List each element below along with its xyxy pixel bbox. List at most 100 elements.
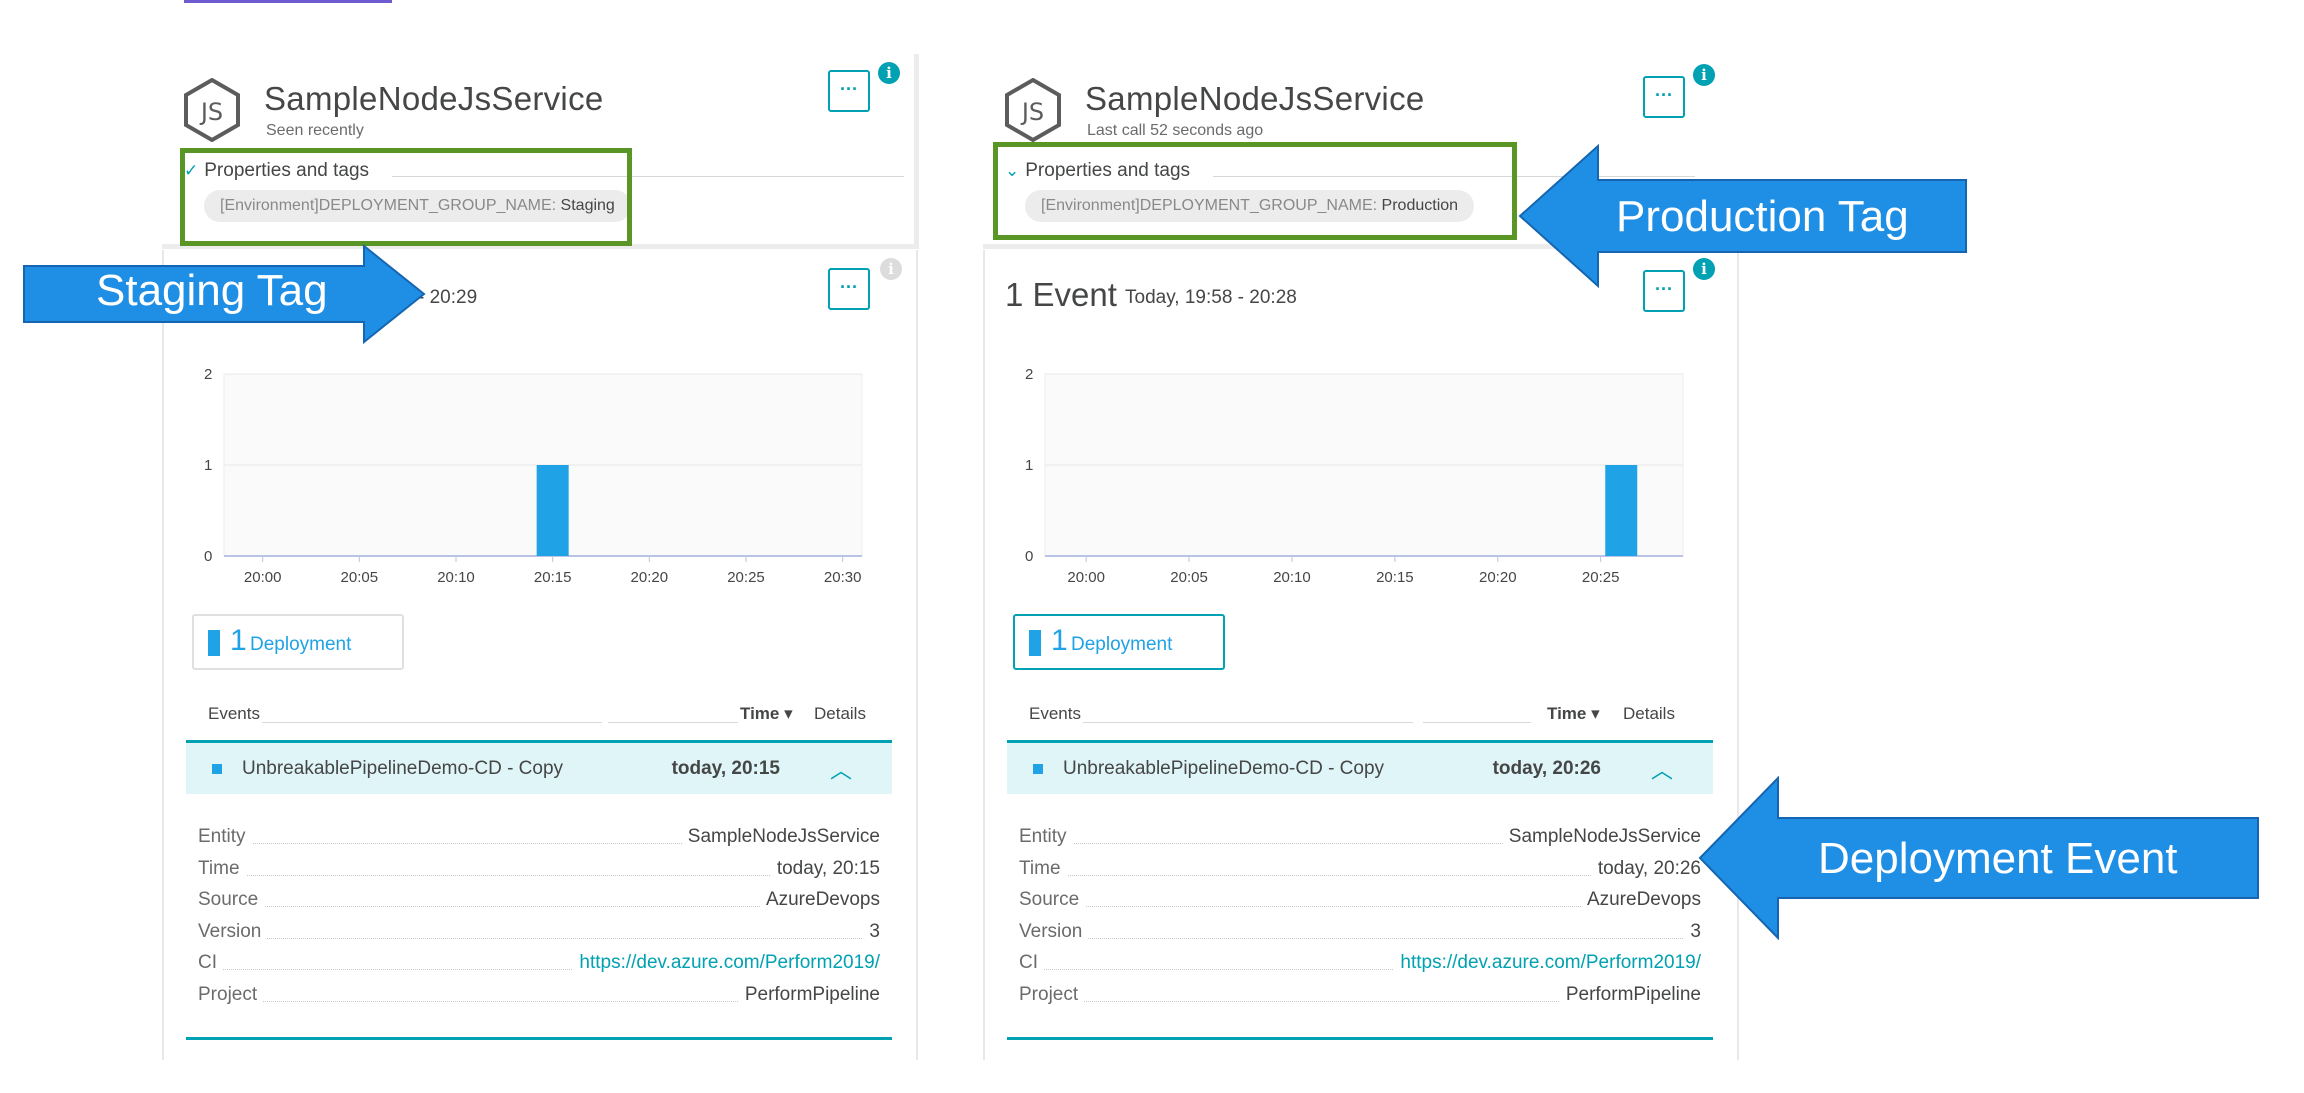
service-name[interactable]: SampleNodeJsService xyxy=(264,80,604,118)
x-tick-label: 20:10 xyxy=(1273,569,1311,586)
event-count-title: 1 Event xyxy=(1005,276,1117,313)
x-tick-label: 20:25 xyxy=(1582,569,1620,586)
more-options-button[interactable]: ··· xyxy=(828,268,870,310)
info-icon[interactable]: i xyxy=(880,258,902,280)
event-type-swatch xyxy=(1033,764,1043,774)
service-panel-staging: JS SampleNodeJsService Seen recently ···… xyxy=(162,0,962,1060)
dotted-leader xyxy=(198,937,880,939)
column-header-time-sort[interactable]: Time ▾ xyxy=(1547,704,1600,724)
y-tick-label: 1 xyxy=(1025,457,1033,474)
chevron-up-icon[interactable]: ︿ xyxy=(830,753,852,785)
legend-swatch xyxy=(1029,630,1041,656)
event-time-range: Today, 19:58 - 20:28 xyxy=(1125,287,1297,308)
detail-row-version: Version 3 xyxy=(198,920,880,945)
service-name[interactable]: SampleNodeJsService xyxy=(1085,80,1425,118)
divider xyxy=(186,1037,892,1040)
legend-deployment-toggle[interactable]: 1 Deployment xyxy=(192,614,404,670)
column-header-details: Details xyxy=(1623,704,1675,723)
column-header-events: Events xyxy=(1029,704,1081,723)
detail-value: PerformPipeline xyxy=(738,983,880,1006)
x-tick-label: 20:25 xyxy=(727,569,765,586)
event-time: today, 20:15 xyxy=(671,758,780,779)
legend-count: 1 xyxy=(1051,624,1068,657)
x-tick-label: 20:15 xyxy=(534,569,572,586)
info-icon[interactable]: i xyxy=(1693,64,1715,86)
detail-value: today, 20:15 xyxy=(770,857,880,880)
detail-key: Project xyxy=(1019,983,1085,1006)
detail-key: Version xyxy=(198,920,268,943)
staging-tag-callout: Staging Tag xyxy=(96,266,328,315)
event-time-range: - 20:29 xyxy=(418,287,478,308)
x-tick-label: 20:05 xyxy=(1170,569,1208,586)
detail-key: Entity xyxy=(1019,826,1073,848)
detail-row-project: Project PerformPipeline xyxy=(1019,983,1701,1008)
production-tag-callout: Production Tag xyxy=(1616,192,1909,241)
column-header-events: Events xyxy=(208,704,260,723)
info-icon[interactable]: i xyxy=(878,62,900,84)
detail-value: AzureDevops xyxy=(1580,889,1701,911)
chevron-up-icon[interactable]: ︿ xyxy=(1651,753,1673,785)
column-header-time-sort[interactable]: Time ▾ xyxy=(740,704,793,724)
y-tick-label: 2 xyxy=(1025,366,1033,383)
nodejs-icon: JS xyxy=(184,78,240,142)
highlight-box-tag xyxy=(993,142,1517,240)
detail-row-entity: Entity SampleNodeJsService xyxy=(198,826,880,850)
detail-row-time: Time today, 20:26 xyxy=(1019,857,1701,882)
event-row[interactable]: UnbreakablePipelineDemo-CD - Copy today,… xyxy=(1007,740,1713,794)
x-tick-label: 20:20 xyxy=(1479,569,1517,586)
x-tick-label: 20:00 xyxy=(244,569,282,586)
detail-row-source: Source AzureDevops xyxy=(1019,889,1701,913)
deployment-chart: 0 1 2 20:00 20:05 20:10 20:15 20:20 20:25 xyxy=(1025,366,1684,586)
event-time: today, 20:26 xyxy=(1492,758,1601,779)
x-tick-label: 20:00 xyxy=(1067,569,1105,586)
divider xyxy=(608,722,738,723)
x-tick-label: 20:10 xyxy=(437,569,475,586)
highlight-box-tag xyxy=(180,148,632,246)
detail-value: SampleNodeJsService xyxy=(1502,826,1701,848)
y-tick-label: 1 xyxy=(204,457,212,474)
event-name: UnbreakablePipelineDemo-CD - Copy xyxy=(1063,758,1385,779)
event-row[interactable]: UnbreakablePipelineDemo-CD - Copy today,… xyxy=(186,740,892,794)
detail-row-time: Time today, 20:15 xyxy=(198,857,880,882)
y-tick-label: 0 xyxy=(204,548,212,565)
legend-label: Deployment xyxy=(1071,634,1173,655)
legend-count: 1 xyxy=(230,624,247,657)
deployment-event-callout: Deployment Event xyxy=(1818,834,2178,883)
divider xyxy=(1423,722,1531,723)
x-tick-label: 20:15 xyxy=(1376,569,1414,586)
detail-link[interactable]: https://dev.azure.com/Perform2019/ xyxy=(1394,952,1701,974)
detail-key: CI xyxy=(198,952,223,974)
detail-key: Entity xyxy=(198,826,252,848)
detail-key: Time xyxy=(1019,857,1067,880)
y-tick-label: 0 xyxy=(1025,548,1033,565)
detail-row-project: Project PerformPipeline xyxy=(198,983,880,1008)
more-options-button[interactable]: ··· xyxy=(1643,76,1685,118)
divider xyxy=(262,722,602,723)
detail-key: Source xyxy=(1019,889,1086,911)
column-header-details: Details xyxy=(814,704,866,723)
detail-value: today, 20:26 xyxy=(1591,857,1701,880)
y-tick-label: 2 xyxy=(204,366,212,383)
detail-key: Project xyxy=(198,983,264,1006)
detail-value: AzureDevops xyxy=(759,889,880,911)
event-name: UnbreakablePipelineDemo-CD - Copy xyxy=(242,758,564,779)
legend-label: Deployment xyxy=(250,634,352,655)
service-status: Seen recently xyxy=(266,122,364,139)
x-tick-label: 20:20 xyxy=(631,569,669,586)
detail-row-version: Version 3 xyxy=(1019,920,1701,945)
detail-row-ci: CI https://dev.azure.com/Perform2019/ xyxy=(198,952,880,976)
divider xyxy=(1083,722,1413,723)
detail-link[interactable]: https://dev.azure.com/Perform2019/ xyxy=(573,952,880,974)
detail-key: Source xyxy=(198,889,265,911)
detail-key: Time xyxy=(198,857,246,880)
divider xyxy=(1007,1037,1713,1040)
legend-swatch xyxy=(208,630,220,656)
more-options-button[interactable]: ··· xyxy=(828,70,870,112)
deployment-chart: 0 1 2 20:00 20:05 20:10 20:15 20:20 20:25 20:30 xyxy=(204,366,863,586)
deployment-bar xyxy=(536,465,569,556)
detail-row-entity: Entity SampleNodeJsService xyxy=(1019,826,1701,850)
legend-deployment-toggle[interactable]: 1 Deployment xyxy=(1013,614,1225,670)
service-status: Last call 52 seconds ago xyxy=(1087,122,1264,139)
detail-key: Version xyxy=(1019,920,1089,943)
detail-key: CI xyxy=(1019,952,1044,974)
